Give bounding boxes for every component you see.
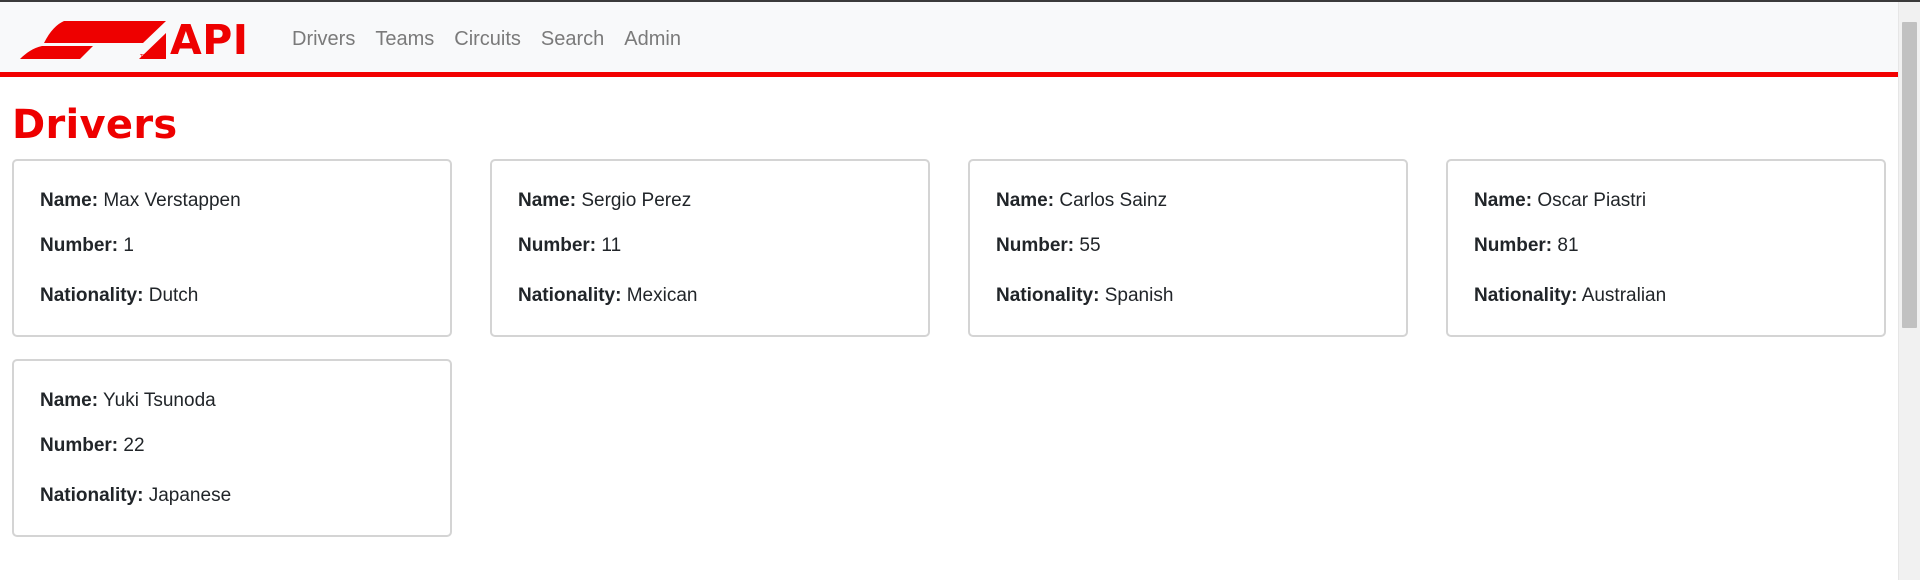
driver-card: Name: Oscar Piastri Number: 81 Nationali… bbox=[1446, 159, 1886, 337]
driver-name-row: Name: Carlos Sainz bbox=[996, 188, 1167, 214]
number-label: Number: bbox=[996, 235, 1075, 256]
number-label: Number: bbox=[40, 235, 119, 256]
driver-number-row: Number: 1 bbox=[40, 233, 134, 259]
nav-links: Drivers Teams Circuits Search Admin bbox=[292, 24, 701, 54]
driver-nationality-row: Nationality: Australian bbox=[1474, 283, 1666, 309]
driver-name-row: Name: Sergio Perez bbox=[518, 188, 691, 214]
driver-card: Name: Max Verstappen Number: 1 Nationali… bbox=[12, 159, 452, 337]
nationality-label: Nationality: bbox=[40, 285, 144, 306]
driver-card: Name: Yuki Tsunoda Number: 22 Nationalit… bbox=[12, 359, 452, 537]
vertical-scrollbar[interactable] bbox=[1898, 2, 1920, 580]
driver-number-row: Number: 81 bbox=[1474, 233, 1579, 259]
nav-link-circuits[interactable]: Circuits bbox=[454, 24, 521, 54]
nationality-label: Nationality: bbox=[40, 485, 144, 506]
app-window: TM API Drivers Teams Circuits Search Adm… bbox=[0, 0, 1920, 580]
driver-name: Max Verstappen bbox=[103, 190, 241, 211]
driver-name: Yuki Tsunoda bbox=[103, 390, 216, 411]
top-navbar: TM API Drivers Teams Circuits Search Adm… bbox=[0, 2, 1898, 77]
name-label: Name: bbox=[1474, 190, 1533, 211]
driver-number-row: Number: 11 bbox=[518, 233, 621, 259]
nationality-label: Nationality: bbox=[1474, 285, 1578, 306]
driver-card: Name: Sergio Perez Number: 11 Nationalit… bbox=[490, 159, 930, 337]
driver-nationality: Spanish bbox=[1104, 285, 1174, 306]
name-label: Name: bbox=[40, 190, 99, 211]
nationality-label: Nationality: bbox=[996, 285, 1100, 306]
number-label: Number: bbox=[1474, 235, 1553, 256]
driver-name: Oscar Piastri bbox=[1537, 190, 1647, 211]
f1-logo-icon: TM bbox=[20, 21, 166, 59]
driver-name-row: Name: Oscar Piastri bbox=[1474, 188, 1646, 214]
driver-number-row: Number: 55 bbox=[996, 233, 1101, 259]
driver-card: Name: Carlos Sainz Number: 55 Nationalit… bbox=[968, 159, 1408, 337]
scrollbar-thumb[interactable] bbox=[1902, 22, 1917, 328]
driver-nationality: Dutch bbox=[148, 285, 199, 306]
brand-text: API bbox=[170, 16, 249, 64]
name-label: Name: bbox=[40, 390, 99, 411]
driver-nationality: Japanese bbox=[148, 485, 232, 506]
name-label: Name: bbox=[518, 190, 577, 211]
driver-nationality-row: Nationality: Mexican bbox=[518, 283, 697, 309]
driver-number-row: Number: 22 bbox=[40, 433, 145, 459]
driver-name: Carlos Sainz bbox=[1059, 190, 1168, 211]
driver-name-row: Name: Max Verstappen bbox=[40, 188, 241, 214]
svg-text:TM: TM bbox=[139, 54, 147, 59]
driver-name-row: Name: Yuki Tsunoda bbox=[40, 388, 216, 414]
driver-number: 81 bbox=[1557, 235, 1579, 256]
nationality-label: Nationality: bbox=[518, 285, 622, 306]
driver-name: Sergio Perez bbox=[581, 190, 692, 211]
driver-nationality-row: Nationality: Spanish bbox=[996, 283, 1173, 309]
driver-number: 55 bbox=[1079, 235, 1101, 256]
number-label: Number: bbox=[518, 235, 597, 256]
nav-link-drivers[interactable]: Drivers bbox=[292, 24, 355, 54]
nav-link-admin[interactable]: Admin bbox=[624, 24, 681, 54]
driver-nationality: Australian bbox=[1581, 285, 1667, 306]
driver-nationality-row: Nationality: Dutch bbox=[40, 283, 198, 309]
nav-link-search[interactable]: Search bbox=[541, 24, 604, 54]
driver-nationality-row: Nationality: Japanese bbox=[40, 483, 231, 509]
page-title: Drivers bbox=[12, 102, 178, 148]
driver-nationality: Mexican bbox=[626, 285, 698, 306]
driver-number: 22 bbox=[123, 435, 145, 456]
number-label: Number: bbox=[40, 435, 119, 456]
brand-link[interactable]: TM API bbox=[20, 16, 249, 64]
driver-number: 1 bbox=[123, 235, 134, 256]
nav-link-teams[interactable]: Teams bbox=[375, 24, 434, 54]
driver-number: 11 bbox=[601, 235, 622, 256]
name-label: Name: bbox=[996, 190, 1055, 211]
